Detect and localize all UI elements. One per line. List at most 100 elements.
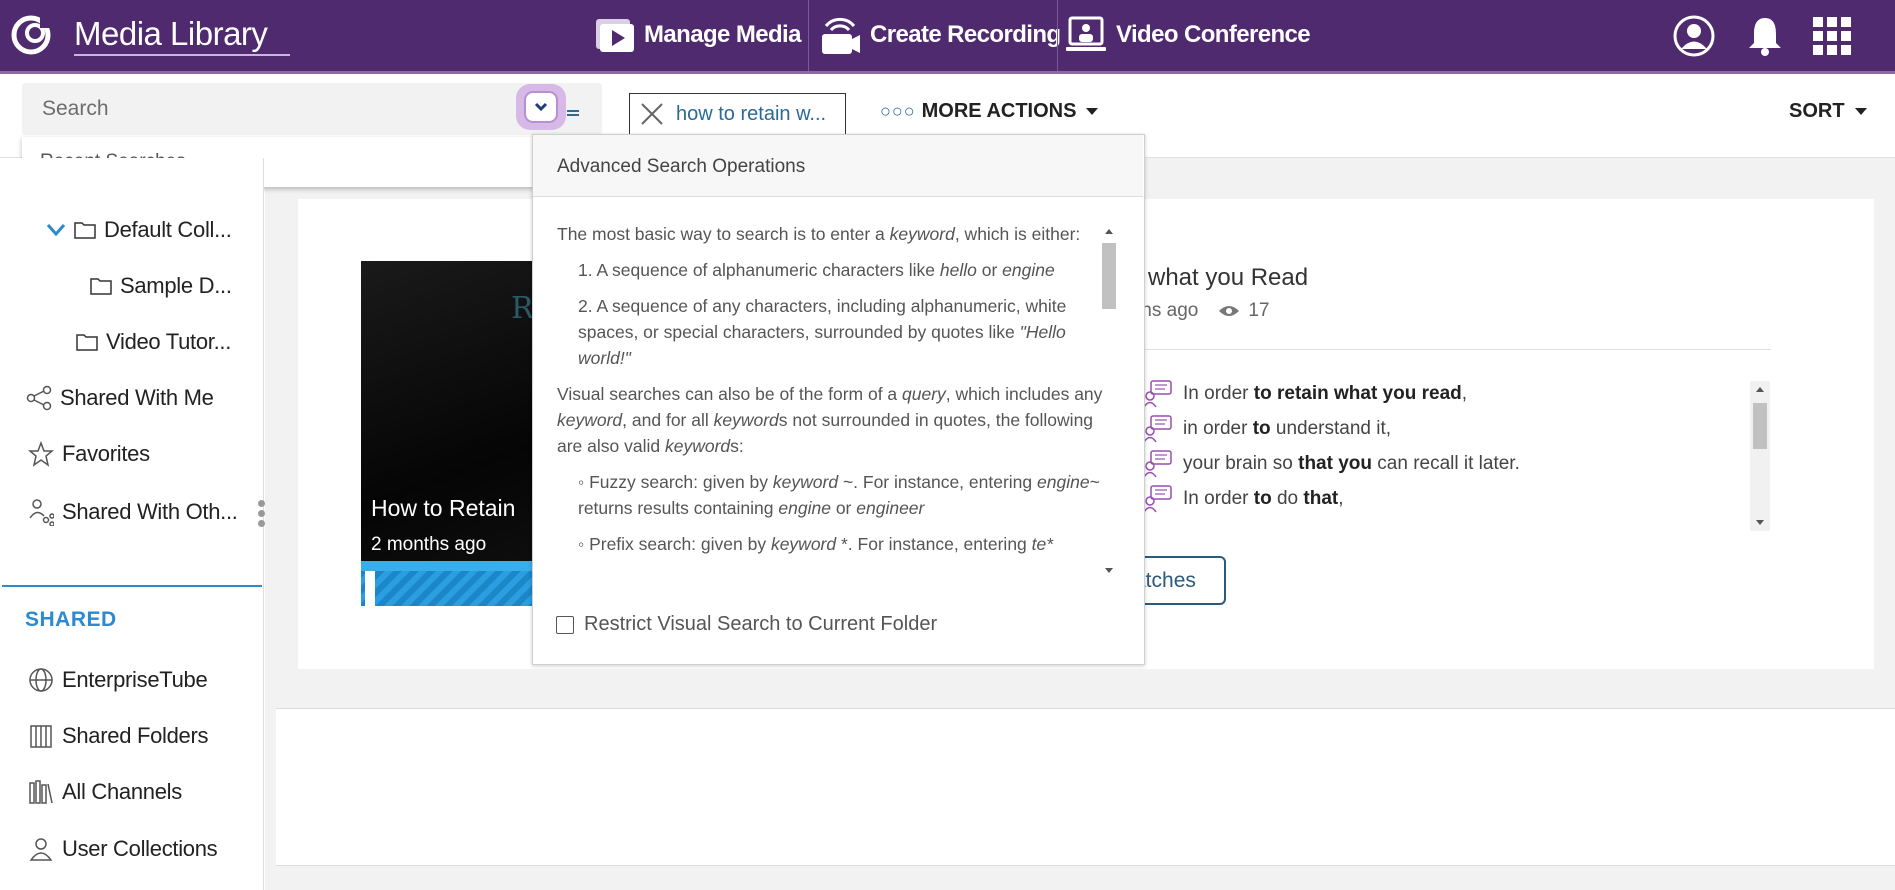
logo-icon[interactable] bbox=[10, 14, 56, 56]
nav-create-recording[interactable]: Create Recording bbox=[818, 10, 1061, 60]
help-keyword: keyword bbox=[664, 436, 731, 456]
sidebar-item-user-collections[interactable]: User Collections bbox=[28, 836, 218, 862]
restrict-search-checkbox[interactable]: Restrict Visual Search to Current Folder bbox=[556, 613, 937, 636]
bell-icon[interactable] bbox=[1743, 14, 1787, 58]
search-input[interactable] bbox=[42, 95, 502, 123]
tree-item-label: Default Coll... bbox=[104, 217, 232, 242]
transcript-segment: can recall it later. bbox=[1372, 453, 1520, 474]
transcript-segment: do bbox=[1271, 488, 1304, 509]
transcript-line[interactable]: In order to retain what you read, bbox=[1143, 380, 1467, 408]
media-title[interactable]: what you Read bbox=[1148, 264, 1308, 292]
caret-down-icon bbox=[1086, 108, 1099, 115]
help-keyword: query bbox=[902, 384, 946, 404]
help-text: ~. For instance, entering bbox=[838, 472, 1038, 492]
sort-button[interactable]: SORT bbox=[1789, 100, 1867, 123]
tree-item-label: Video Tutor... bbox=[106, 329, 232, 354]
transcript-text: your brain so that you can recall it lat… bbox=[1183, 453, 1520, 475]
transcript-segment: , bbox=[1461, 383, 1468, 404]
user-collections-icon bbox=[29, 838, 53, 861]
view-count: 17 bbox=[1248, 300, 1270, 321]
transcript-segment: , bbox=[1338, 488, 1344, 509]
nav-video-conference[interactable]: Video Conference bbox=[1066, 10, 1311, 60]
sidebar-item-all-channels[interactable]: All Channels bbox=[28, 779, 182, 805]
tree-item-sample[interactable]: Sample D... bbox=[90, 273, 232, 299]
sidebar-item-label: User Collections bbox=[62, 836, 218, 861]
eye-icon bbox=[1219, 306, 1240, 316]
tree-item-video-tutorials[interactable]: Video Tutor... bbox=[76, 329, 231, 355]
nav-manage-media[interactable]: Manage Media bbox=[594, 10, 801, 60]
help-text: Visual searches can also be of the form … bbox=[557, 384, 903, 404]
help-keyword: engine bbox=[778, 498, 831, 518]
media-thumbnail[interactable]: Re How to Retain 2 months ago bbox=[361, 261, 541, 606]
nav-create-recording-label: Create Recording bbox=[870, 21, 1061, 48]
sidebar-item-label: EnterpriseTube bbox=[62, 667, 208, 692]
checkbox-box[interactable] bbox=[556, 615, 574, 634]
nav-video-conference-label: Video Conference bbox=[1116, 21, 1311, 48]
help-text: or bbox=[976, 260, 1003, 280]
search-filter-chip[interactable]: how to retain w... bbox=[629, 93, 846, 135]
help-text: The most basic way to search is to enter… bbox=[557, 224, 890, 244]
more-actions-label: MORE ACTIONS bbox=[921, 100, 1077, 122]
transcript-segment: understand it, bbox=[1270, 418, 1392, 439]
thumbnail-progress-marker bbox=[365, 571, 375, 606]
transcript-scrollbar[interactable] bbox=[1750, 381, 1770, 531]
tree-item-default-collection[interactable]: Default Coll... bbox=[46, 217, 232, 243]
star-icon bbox=[28, 441, 54, 467]
help-keyword: keyword bbox=[889, 224, 955, 244]
filter-icon[interactable] bbox=[566, 103, 580, 117]
tree-item-label: Sample D... bbox=[120, 273, 232, 298]
scroll-thumb[interactable] bbox=[1753, 403, 1767, 449]
transcript-segment: In order bbox=[1183, 488, 1254, 509]
more-actions-button[interactable]: ○○○ MORE ACTIONS bbox=[880, 100, 1099, 123]
help-keyword: keyword bbox=[713, 410, 779, 430]
user-icon[interactable] bbox=[1672, 14, 1716, 58]
more-options-icon[interactable] bbox=[258, 500, 266, 530]
sidebar-item-shared-with-me[interactable]: Shared With Me bbox=[26, 385, 214, 411]
transcript-line[interactable]: your brain so that you can recall it lat… bbox=[1143, 450, 1520, 478]
scroll-down-icon[interactable] bbox=[1105, 568, 1113, 573]
scroll-up-icon[interactable] bbox=[1756, 387, 1764, 392]
transcript-match: to bbox=[1253, 488, 1272, 509]
transcript-match: that you bbox=[1298, 453, 1373, 474]
help-keyword: engineer bbox=[856, 498, 925, 518]
chevron-down-icon[interactable] bbox=[46, 223, 66, 237]
help-keyword: keyword bbox=[772, 472, 839, 492]
transcript-matches: In order to retain what you read, in orde… bbox=[1143, 380, 1771, 530]
transcript-match: to bbox=[1252, 418, 1271, 439]
sidebar-item-shared-with-others[interactable]: Shared With Oth... bbox=[28, 498, 238, 526]
app-title-underline bbox=[74, 54, 290, 56]
channels-icon bbox=[29, 780, 53, 804]
close-icon[interactable] bbox=[640, 102, 664, 126]
help-text: ◦ Prefix search: given by bbox=[578, 534, 771, 554]
transcript-line[interactable]: In order to do that, bbox=[1143, 485, 1344, 513]
folder-icon bbox=[74, 222, 96, 239]
sidebar-item-favorites[interactable]: Favorites bbox=[28, 441, 150, 467]
app-title[interactable]: Media Library bbox=[74, 15, 268, 53]
sidebar-item-enterprisetube[interactable]: EnterpriseTube bbox=[28, 667, 208, 693]
folder-icon bbox=[90, 278, 112, 295]
help-text: *. For instance, entering bbox=[836, 534, 1032, 554]
scroll-down-icon[interactable] bbox=[1756, 520, 1764, 525]
sidebar-divider bbox=[2, 585, 262, 587]
apps-grid-icon[interactable] bbox=[1810, 14, 1854, 58]
more-dots-icon: ○○○ bbox=[880, 101, 916, 121]
nav-separator bbox=[808, 0, 809, 71]
transcript-match: to retain what you read bbox=[1253, 383, 1462, 404]
transcript-segment: your brain so bbox=[1183, 453, 1299, 474]
sidebar-item-label: Shared Folders bbox=[62, 723, 209, 748]
advanced-search-scrollbar[interactable] bbox=[1099, 223, 1119, 579]
transcript-segment: in order bbox=[1183, 418, 1253, 439]
filter-chip-text: how to retain w... bbox=[676, 102, 827, 125]
help-text: , which includes any bbox=[945, 384, 1103, 404]
help-keyword: te* bbox=[1031, 534, 1054, 554]
sidebar-item-shared-folders[interactable]: Shared Folders bbox=[28, 723, 209, 749]
scroll-thumb[interactable] bbox=[1102, 243, 1116, 309]
advanced-search-toggle[interactable] bbox=[516, 84, 566, 130]
nav-manage-media-label: Manage Media bbox=[644, 21, 801, 48]
share-icon bbox=[26, 385, 52, 411]
sort-label: SORT bbox=[1789, 100, 1845, 122]
help-text: ◦ Fuzzy search: given by bbox=[578, 472, 773, 492]
shared-folders-icon bbox=[30, 725, 52, 748]
scroll-up-icon[interactable] bbox=[1105, 229, 1113, 234]
transcript-line[interactable]: in order to understand it, bbox=[1143, 415, 1391, 443]
